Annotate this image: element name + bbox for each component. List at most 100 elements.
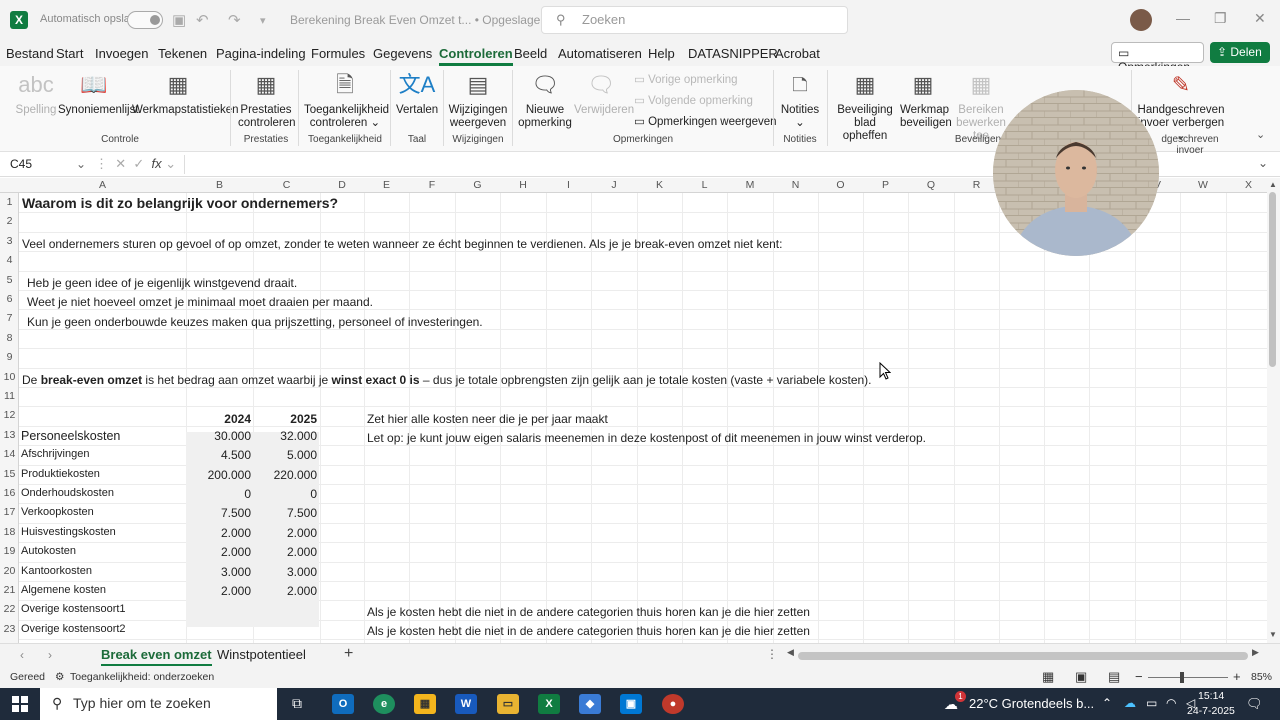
customize-toolbar-icon[interactable]: ▾ (260, 14, 266, 27)
column-header-m[interactable]: M (727, 179, 773, 191)
row-header-7[interactable]: 7 (0, 312, 19, 324)
column-header-r[interactable]: R (954, 179, 999, 191)
row-header-5[interactable]: 5 (0, 274, 19, 286)
task-view-icon[interactable]: ⧉ (292, 695, 302, 712)
zoom-slider[interactable] (1148, 677, 1228, 678)
more-icon[interactable]: ⋮ (95, 156, 108, 171)
zoom-slider-thumb[interactable] (1180, 672, 1184, 683)
collapse-ribbon-icon[interactable]: ⌄ (1256, 128, 1265, 141)
comments-button[interactable]: ▭ Opmerkingen (1111, 42, 1204, 74)
column-header-w[interactable]: W (1180, 179, 1226, 191)
tab-tekenen[interactable]: Tekenen (158, 46, 207, 61)
row-header-17[interactable]: 17 (0, 506, 19, 518)
column-header-x[interactable]: X (1226, 179, 1267, 191)
share-button[interactable]: ⇪ Delen (1210, 42, 1270, 63)
excel-taskbar-icon[interactable]: X (538, 694, 560, 714)
close-icon[interactable]: ✕ (1254, 10, 1266, 27)
cancel-icon[interactable]: ✕ (115, 156, 126, 171)
undo-icon[interactable]: ↶ (196, 11, 209, 29)
unprotect-sheet-button[interactable]: ▦ Beveiliging blad opheffen (832, 72, 898, 143)
cost-2024-cell[interactable]: 2.000 (186, 526, 251, 540)
row-header-4[interactable]: 4 (0, 254, 19, 266)
outlook-icon[interactable]: O (332, 694, 354, 714)
autosave-toggle[interactable] (127, 11, 163, 29)
tray-chevron-icon[interactable]: ⌃ (1102, 696, 1112, 710)
add-sheet-icon[interactable]: + (344, 645, 353, 663)
row-header-23[interactable]: 23 (0, 623, 19, 635)
cell-c12[interactable]: 2025 (253, 412, 317, 426)
column-header-l[interactable]: L (682, 179, 727, 191)
cell-a5[interactable]: Heb je geen idee of je eigenlijk winstge… (27, 276, 297, 290)
normal-view-icon[interactable]: ▦ (1042, 669, 1054, 685)
cost-label-cell[interactable]: Kantoorkosten (21, 565, 92, 577)
app-icon-3[interactable]: ● (662, 694, 684, 714)
confirm-icon[interactable]: ✓ (133, 156, 144, 171)
row-header-13[interactable]: 13 (0, 429, 19, 441)
cost-label-cell[interactable]: Overige kostensoort2 (21, 623, 126, 635)
cost-2024-cell[interactable]: 3.000 (186, 565, 251, 579)
cost-label-cell[interactable]: Personeelskosten (21, 429, 120, 443)
cost-2024-cell[interactable]: 2.000 (186, 545, 251, 559)
vertical-scroll-thumb[interactable] (1269, 192, 1276, 367)
scroll-up-icon[interactable]: ▲ (1269, 180, 1277, 189)
search-input[interactable]: ⚲ Zoeken (541, 6, 848, 34)
page-break-icon[interactable]: ▤ (1108, 669, 1120, 685)
row-header-19[interactable]: 19 (0, 545, 19, 557)
edge-icon[interactable]: e (373, 694, 395, 714)
next-comment-button[interactable]: ▭ Volgende opmerking (634, 93, 753, 107)
column-header-q[interactable]: Q (908, 179, 954, 191)
cell-e22[interactable]: Als je kosten hebt die niet in de andere… (367, 605, 810, 619)
performance-button[interactable]: ▦ Prestaties controleren (238, 72, 296, 130)
row-header-2[interactable]: 2 (0, 215, 19, 227)
tab-start[interactable]: Start (56, 46, 83, 61)
sheet-tab-break-even[interactable]: Break even omzet (101, 647, 212, 666)
row-header-6[interactable]: 6 (0, 293, 19, 305)
row-header-12[interactable]: 12 (0, 409, 19, 421)
cost-2024-cell[interactable]: 200.000 (186, 468, 251, 482)
cost-2024-cell[interactable]: 0 (186, 487, 251, 501)
row-header-21[interactable]: 21 (0, 584, 19, 596)
cost-label-cell[interactable]: Verkoopkosten (21, 506, 94, 518)
cost-2024-cell[interactable]: 7.500 (186, 506, 251, 520)
column-header-c[interactable]: C (253, 179, 320, 191)
onedrive-icon[interactable]: ☁ (1124, 696, 1136, 710)
taskbar-search-input[interactable]: ⚲ Typ hier om te zoeken (40, 688, 277, 720)
new-comment-button[interactable]: 🗨 Nieuwe opmerking (518, 72, 572, 130)
cost-2025-cell[interactable]: 0 (253, 487, 317, 501)
cost-label-cell[interactable]: Huisvestingskosten (21, 526, 116, 538)
cell-e23[interactable]: Als je kosten hebt die niet in de andere… (367, 624, 810, 638)
windows-start-icon[interactable] (12, 696, 28, 712)
cost-2024-cell[interactable]: 30.000 (186, 429, 251, 443)
row-header-18[interactable]: 18 (0, 526, 19, 538)
row-header-8[interactable]: 8 (0, 332, 19, 344)
cost-2025-cell[interactable]: 7.500 (253, 506, 317, 520)
store-icon[interactable]: ▦ (414, 694, 436, 714)
word-icon[interactable]: W (455, 694, 477, 714)
maximize-icon[interactable]: ❐ (1214, 10, 1227, 27)
prev-sheet-icon[interactable]: ‹ (20, 648, 24, 662)
row-header-1[interactable]: 1 (0, 196, 19, 208)
column-header-e[interactable]: E (364, 179, 409, 191)
document-title[interactable]: Berekening Break Even Omzet t... • Opges… (290, 13, 560, 27)
scroll-down-icon[interactable]: ▼ (1269, 630, 1277, 639)
column-header-b[interactable]: B (186, 179, 253, 191)
scroll-right-icon[interactable]: ▶ (1252, 647, 1259, 658)
column-header-i[interactable]: I (546, 179, 591, 191)
cost-2025-cell[interactable]: 2.000 (253, 545, 317, 559)
show-changes-button[interactable]: ▤ Wijzigingen weergeven (448, 72, 508, 130)
notes-button[interactable]: 🗅 Notities ⌄ (778, 72, 822, 130)
tab-bestand[interactable]: Bestand (6, 46, 54, 61)
app-icon[interactable]: ◆ (579, 694, 601, 714)
clock-time[interactable]: 15:14 (1198, 690, 1224, 702)
cost-2025-cell[interactable]: 2.000 (253, 526, 317, 540)
app-icon-2[interactable]: ▣ (620, 694, 642, 714)
column-header-o[interactable]: O (818, 179, 863, 191)
show-comments-button[interactable]: ▭ Opmerkingen weergeven (634, 114, 777, 128)
tab-datasnipper[interactable]: DATASNIPPER (688, 46, 778, 61)
protect-workbook-button[interactable]: ▦ Werkmap beveiligen (900, 72, 952, 130)
notifications-icon[interactable]: 🗨 (1246, 696, 1263, 712)
redo-icon[interactable]: ↷ (228, 11, 241, 29)
cost-2025-cell[interactable]: 5.000 (253, 448, 317, 462)
scroll-left-icon[interactable]: ◀ (787, 647, 794, 658)
cost-label-cell[interactable]: Produktiekosten (21, 468, 100, 480)
